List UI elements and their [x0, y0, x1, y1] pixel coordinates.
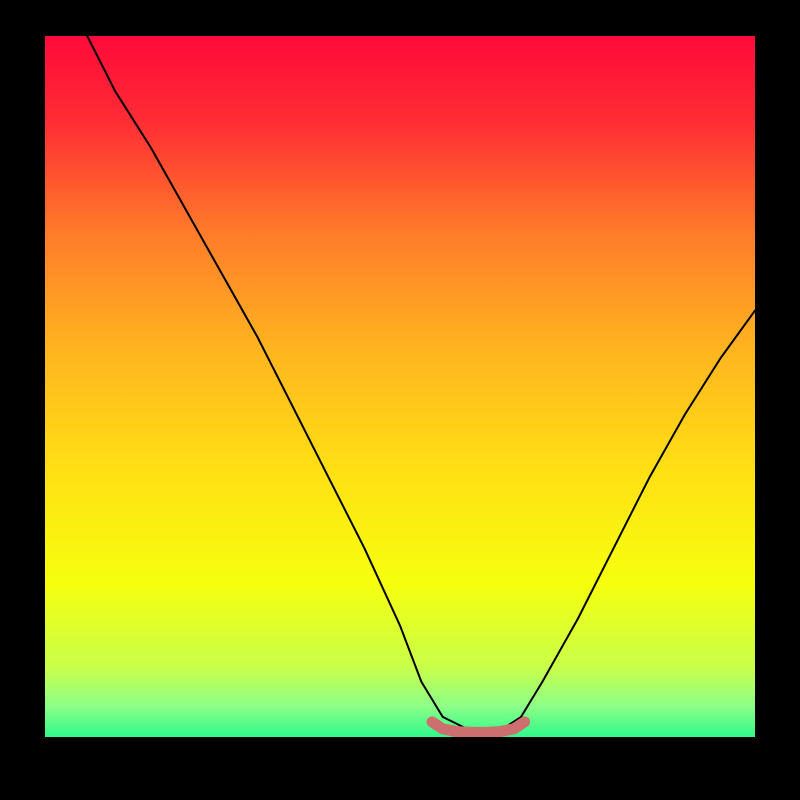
chart-stage: TheBottleneck.com: [0, 0, 800, 800]
frame-right: [756, 0, 800, 800]
frame-bottom: [0, 738, 800, 800]
bottleneck-chart: [0, 0, 800, 800]
frame-left: [0, 0, 44, 800]
chart-background: [44, 35, 756, 738]
frame-top: [0, 0, 800, 35]
